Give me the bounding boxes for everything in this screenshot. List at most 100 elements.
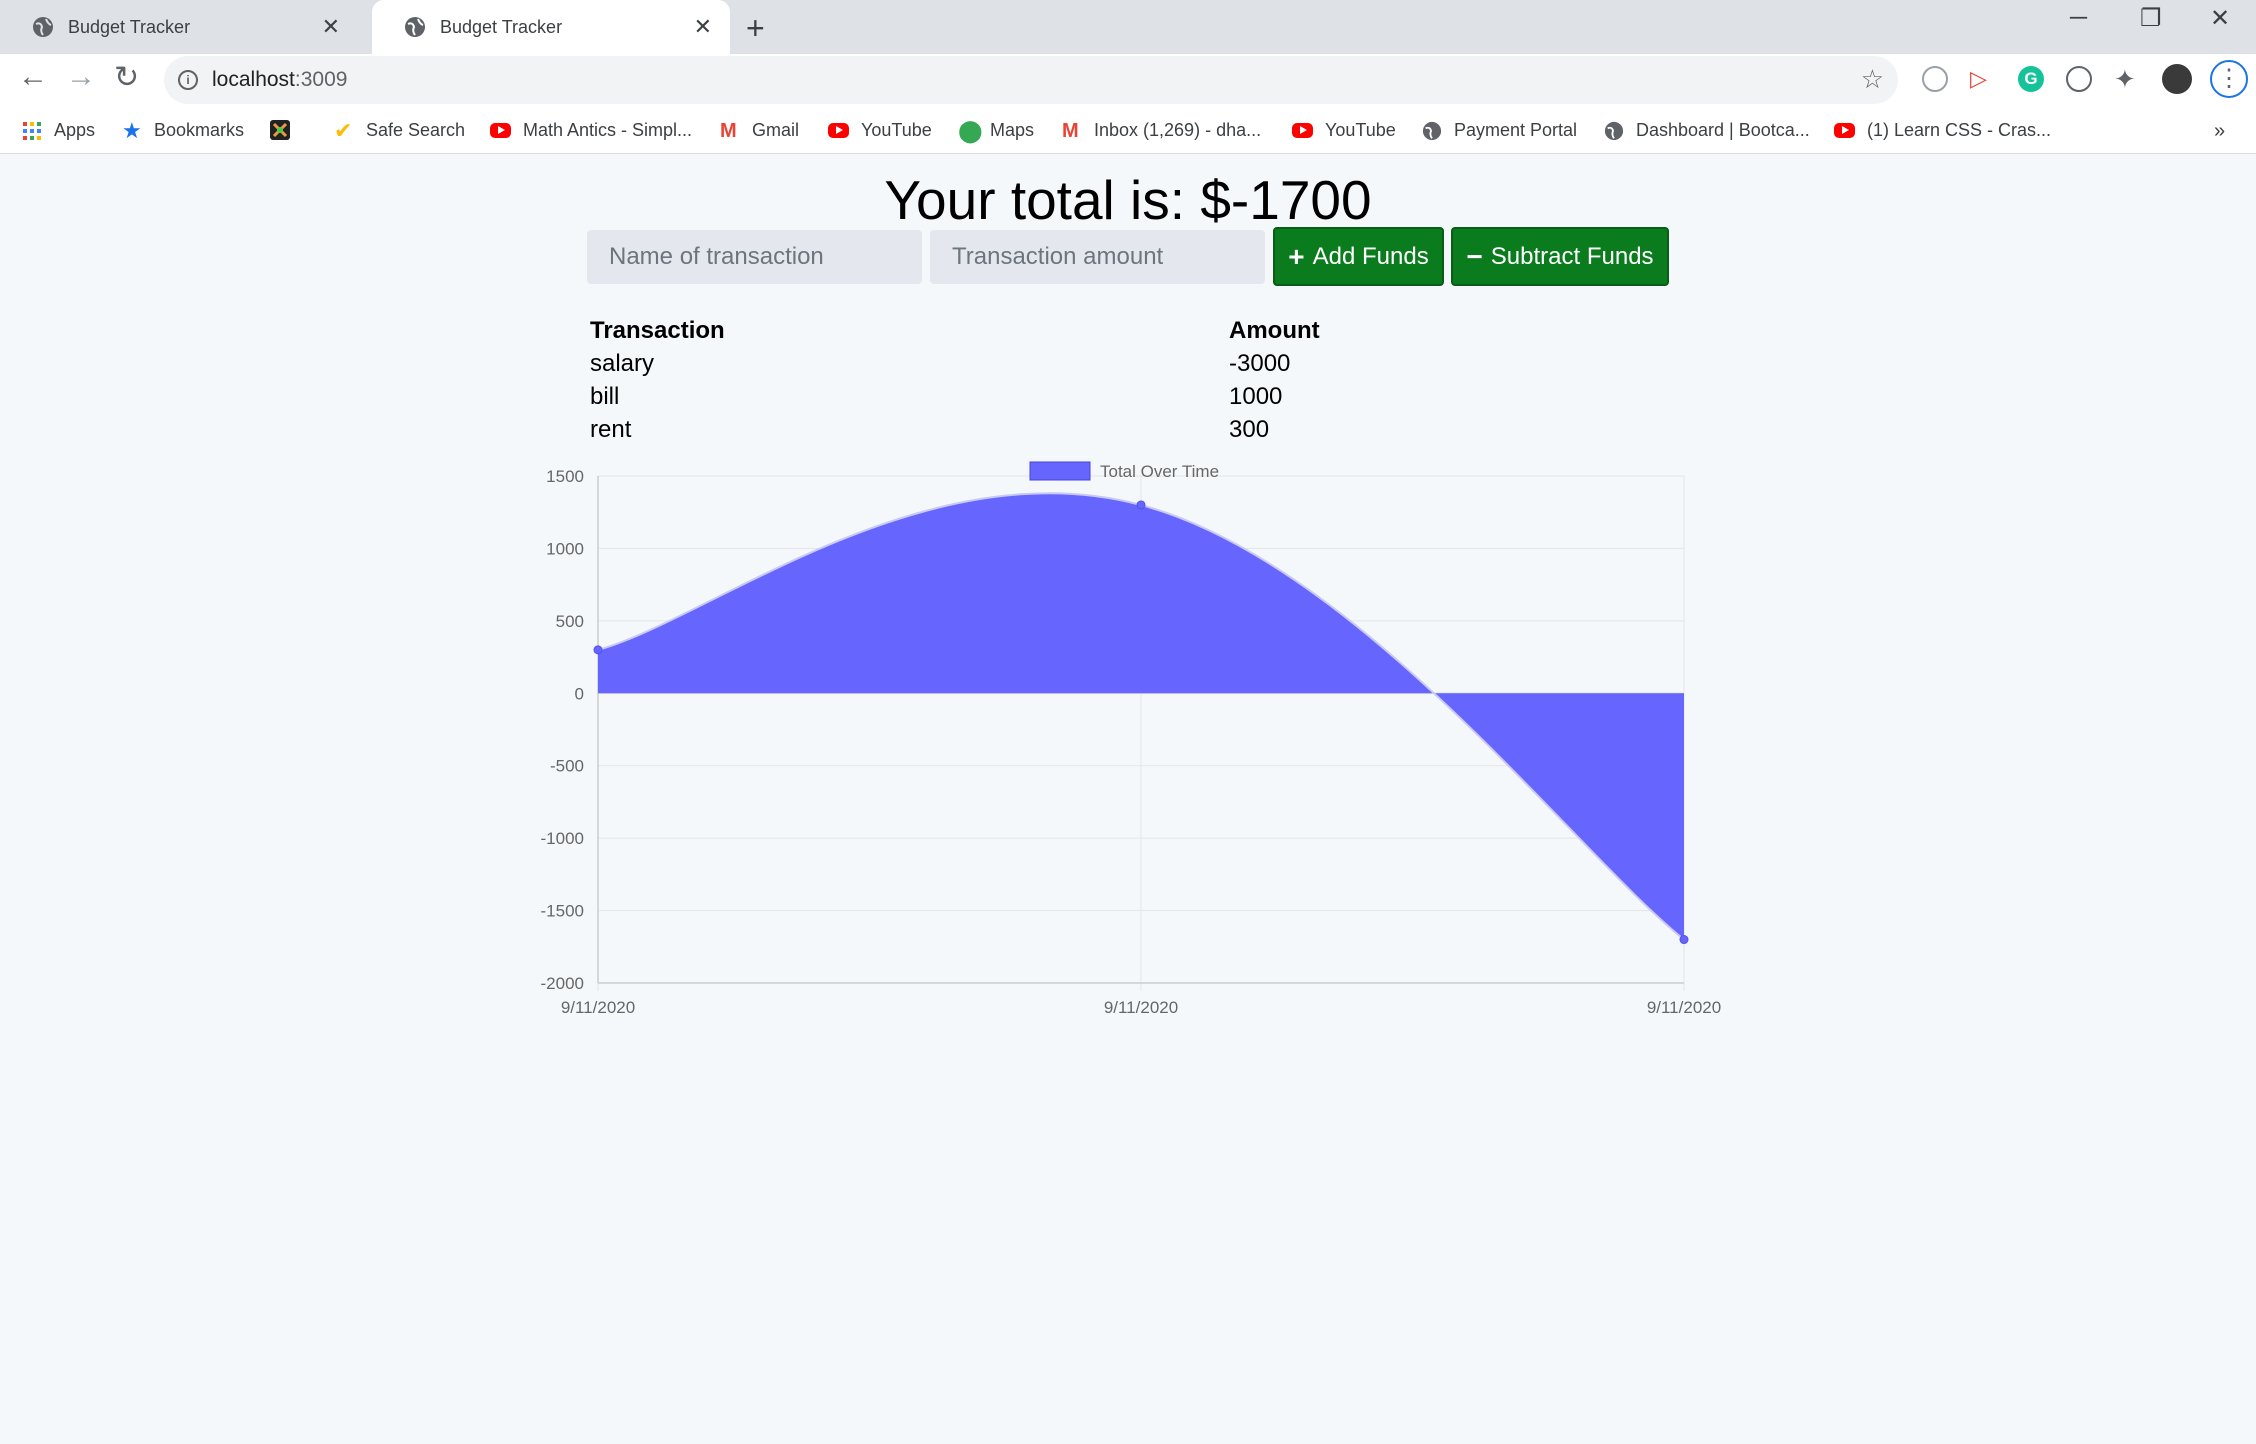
extension-icon[interactable] <box>1922 66 1948 92</box>
header-amount: Amount <box>1229 316 1320 344</box>
reload-icon[interactable]: ↻ <box>114 60 139 95</box>
youtube-icon <box>1834 123 1855 138</box>
legend-swatch <box>1029 461 1091 481</box>
x-tick-label: 9/11/2020 <box>1647 998 1721 1017</box>
extension-video-icon[interactable]: ▷ <box>1970 66 1996 92</box>
tab-title: Budget Tracker <box>440 16 563 37</box>
bookmark-maps[interactable]: ⬤ Maps <box>958 119 1035 141</box>
profile-avatar[interactable] <box>2162 64 2192 94</box>
bookmarks-overflow-icon[interactable]: » <box>2214 120 2225 143</box>
toolbar: ← → ↻ i localhost:3009 ☆ ▷ G ✦ ⋮ Apps ★ … <box>0 54 2256 154</box>
tab-strip: Budget Tracker ✕ Budget Tracker ✕ + ─ ❐ … <box>0 0 2256 54</box>
url-text: localhost:3009 <box>212 68 347 92</box>
bookmark-payment-portal[interactable]: Payment Portal <box>1422 120 1577 141</box>
back-arrow-icon[interactable]: ← <box>18 60 48 94</box>
transaction-name-input[interactable]: Name of transaction <box>587 230 922 284</box>
new-tab-button[interactable]: + <box>746 10 765 47</box>
total-over-time-chart: 1500 1000 500 0 -500 -1000 -1500 -2000 9/11/2020… <box>541 461 1721 1017</box>
subtract-funds-button[interactable]: − Subtract Funds <box>1451 227 1669 286</box>
bookmark-label: Math Antics - Simpl... <box>523 120 693 140</box>
x-tick-label: 9/11/2020 <box>1104 998 1178 1017</box>
transaction-name: bill <box>590 382 620 410</box>
transaction-amount-input[interactable]: Transaction amount <box>930 230 1265 284</box>
table-header-row: Transaction Amount <box>590 314 1429 347</box>
bookmark-label: Dashboard | Bootca... <box>1636 120 1810 140</box>
table-row: bill 1000 <box>590 380 1429 413</box>
star-icon: ★ <box>122 117 142 143</box>
table-row: salary -3000 <box>590 347 1429 380</box>
bookmark-gmail[interactable]: M Gmail <box>720 120 799 141</box>
restore-icon[interactable]: ❐ <box>2140 4 2162 33</box>
bookmark-inbox[interactable]: M Inbox (1,269) - dha... <box>1062 120 1261 141</box>
bookmark-label: Inbox (1,269) - dha... <box>1094 120 1262 140</box>
y-tick-label: 1500 <box>546 467 584 486</box>
y-tick-label: -2000 <box>541 974 584 993</box>
globe-icon <box>1604 121 1624 141</box>
globe-icon <box>32 16 54 38</box>
bookmarks-bar: Apps ★ Bookmarks ✔ Safe Search Math Anti… <box>0 110 2256 154</box>
menu-kebab-icon[interactable]: ⋮ <box>2210 60 2248 98</box>
transaction-amount: 300 <box>1229 415 1270 443</box>
bookmark-label: Payment Portal <box>1454 120 1578 140</box>
close-tab-icon[interactable]: ✕ <box>694 14 712 40</box>
bookmark-learn-css[interactable]: (1) Learn CSS - Cras... <box>1834 120 2051 141</box>
bookmark-youtube-2[interactable]: YouTube <box>1292 120 1396 141</box>
transaction-amount: -3000 <box>1229 349 1291 377</box>
transaction-name: salary <box>590 349 655 377</box>
transaction-amount: 1000 <box>1229 382 1283 410</box>
total-heading: Your total is: $-1700 <box>884 169 1372 231</box>
bookmark-label: (1) Learn CSS - Cras... <box>1867 120 2052 140</box>
y-tick-label: -1500 <box>541 902 584 921</box>
tab-title: Budget Tracker <box>68 16 191 37</box>
address-bar[interactable]: i localhost:3009 ☆ <box>164 56 1898 104</box>
extension-circle-icon[interactable] <box>2066 66 2092 92</box>
gmail-icon: M <box>720 119 737 142</box>
bookmark-app-logo[interactable] <box>270 120 302 140</box>
y-tick-label: -1000 <box>541 829 584 848</box>
minus-icon: − <box>1466 240 1483 272</box>
y-tick-label: 500 <box>556 612 584 631</box>
bookmark-math-antics[interactable]: Math Antics - Simpl... <box>490 120 692 141</box>
add-funds-label: Add Funds <box>1312 242 1429 270</box>
info-icon[interactable]: i <box>178 70 198 90</box>
bookmark-bookmarks[interactable]: ★ Bookmarks <box>122 117 245 143</box>
bookmark-dashboard[interactable]: Dashboard | Bootca... <box>1604 120 1810 141</box>
table-row: rent 300 <box>590 413 1429 446</box>
y-tick-label: 1000 <box>546 539 584 558</box>
tab-budget-tracker-1[interactable]: Budget Tracker ✕ <box>0 0 358 54</box>
bookmark-label: Apps <box>54 120 96 140</box>
header-transaction: Transaction <box>590 316 725 344</box>
bookmark-label: YouTube <box>1325 120 1396 140</box>
bookmark-label: Maps <box>990 120 1035 140</box>
extensions-puzzle-icon[interactable]: ✦ <box>2114 64 2136 95</box>
browser-chrome: Budget Tracker ✕ Budget Tracker ✕ + ─ ❐ … <box>0 0 2256 54</box>
bookmark-star-icon[interactable]: ☆ <box>1861 64 1884 95</box>
transaction-name: rent <box>590 415 632 443</box>
url-port: :3009 <box>294 68 348 91</box>
bookmark-youtube[interactable]: YouTube <box>828 120 932 141</box>
add-funds-button[interactable]: + Add Funds <box>1273 227 1444 286</box>
app-logo-icon <box>270 120 290 140</box>
bookmark-apps[interactable]: Apps <box>22 120 95 141</box>
bookmark-label: Bookmarks <box>154 120 245 140</box>
transactions-table: Transaction Amount salary -3000 bill 100… <box>590 314 1429 446</box>
minimize-icon[interactable]: ─ <box>2070 4 2087 32</box>
x-tick-label: 9/11/2020 <box>561 998 635 1017</box>
y-tick-label: 0 <box>575 684 584 703</box>
bookmark-safe-search[interactable]: ✔ Safe Search <box>334 119 465 141</box>
legend-label: Total Over Time <box>1100 462 1219 481</box>
tab-budget-tracker-2[interactable]: Budget Tracker ✕ <box>372 0 730 54</box>
grammarly-icon[interactable]: G <box>2018 66 2044 92</box>
plus-icon: + <box>1288 240 1305 272</box>
close-window-icon[interactable]: ✕ <box>2210 4 2230 33</box>
youtube-icon <box>490 123 511 138</box>
forward-arrow-icon[interactable]: → <box>66 60 96 94</box>
data-point <box>593 645 603 655</box>
apps-grid-icon <box>22 121 42 141</box>
subtract-funds-label: Subtract Funds <box>1490 242 1654 270</box>
close-tab-icon[interactable]: ✕ <box>322 14 340 40</box>
bookmark-label: YouTube <box>861 120 932 140</box>
url-host: localhost <box>212 68 295 91</box>
bookmark-label: Gmail <box>752 120 800 140</box>
youtube-icon <box>1292 123 1313 138</box>
